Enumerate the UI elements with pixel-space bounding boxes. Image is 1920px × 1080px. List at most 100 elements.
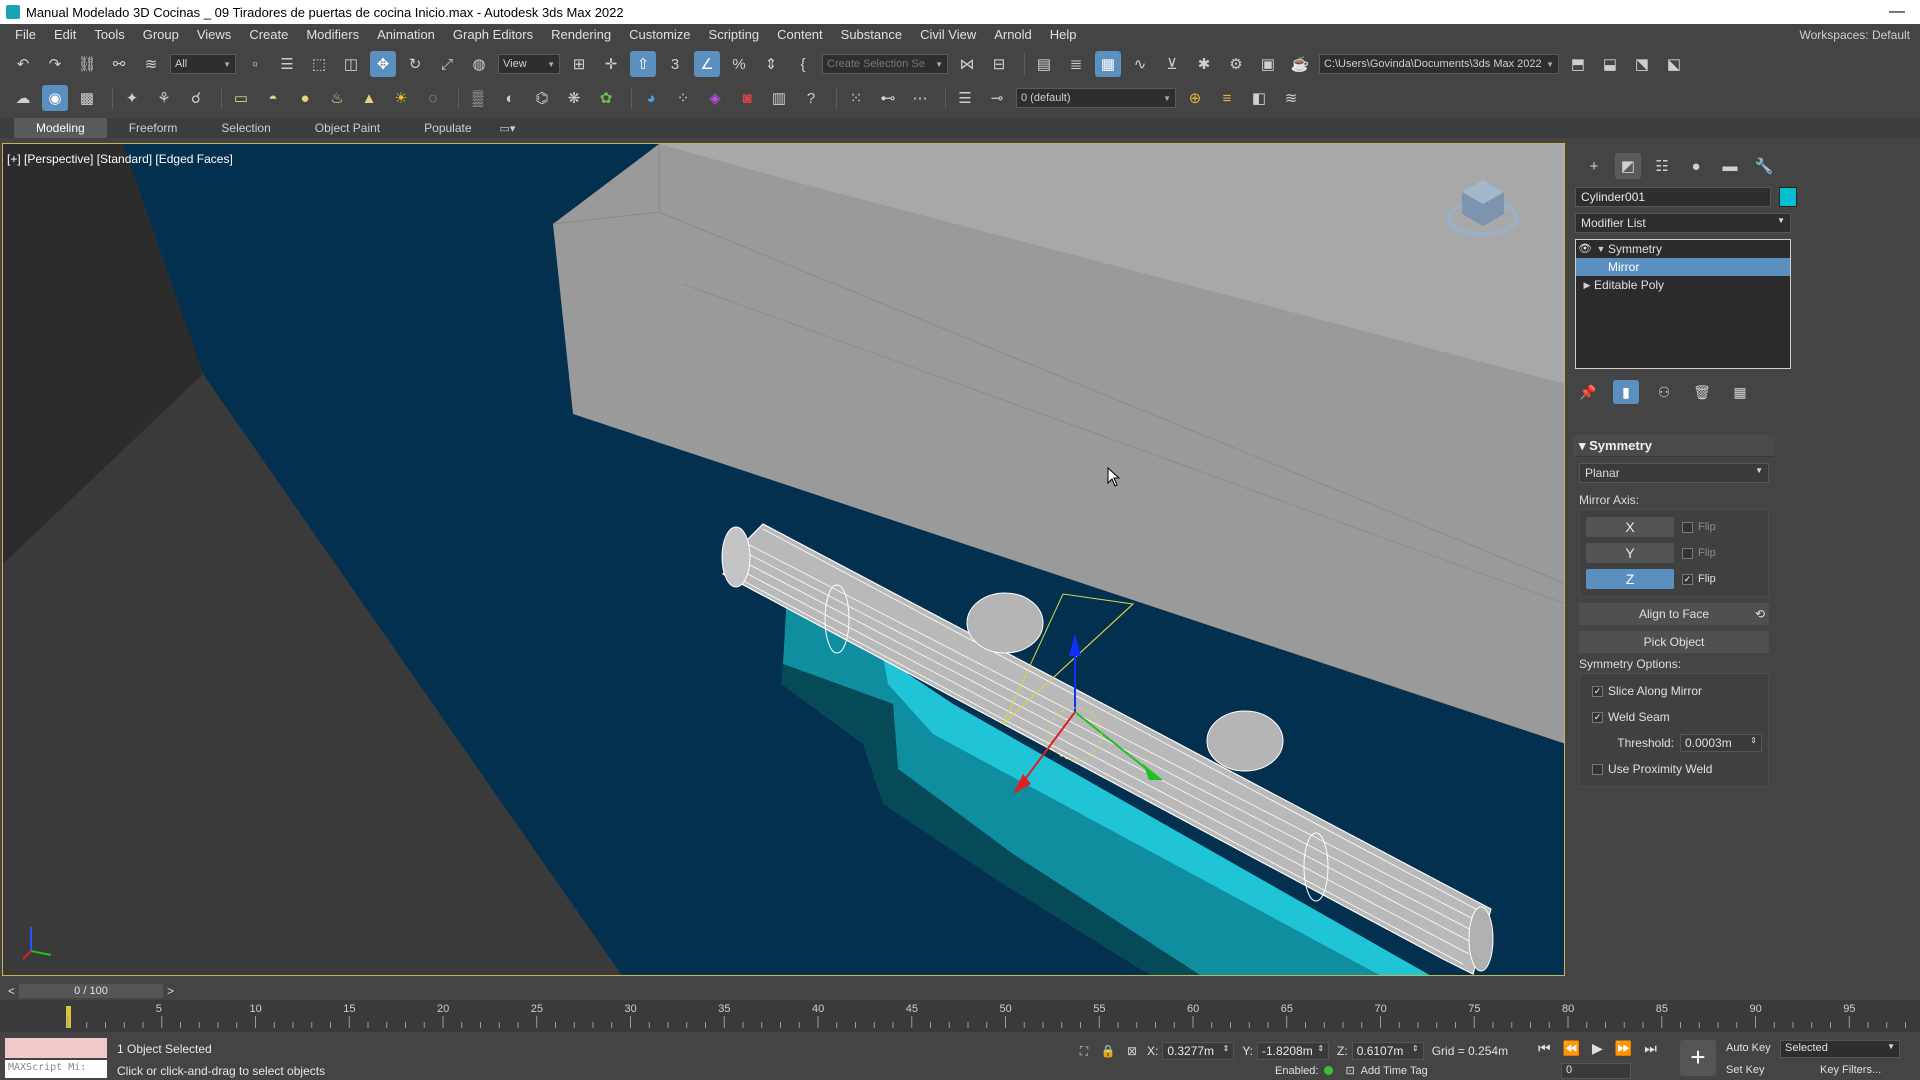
- rollout-header[interactable]: ▾ Symmetry: [1573, 435, 1775, 457]
- pick-object-button[interactable]: Pick Object: [1579, 631, 1769, 653]
- create-tab-icon[interactable]: +: [1581, 153, 1607, 179]
- scene-converter-icon[interactable]: ⚘: [151, 85, 177, 111]
- menu-content[interactable]: Content: [768, 24, 832, 46]
- bind-space-warp-icon[interactable]: ≋: [138, 51, 164, 77]
- next-frame-icon[interactable]: >: [167, 984, 174, 998]
- enabled-indicator-icon[interactable]: [1324, 1066, 1334, 1075]
- display-tab-icon[interactable]: ▬: [1717, 153, 1743, 179]
- selection-filter-dropdown[interactable]: All ▼: [170, 54, 236, 74]
- time-tag-icon[interactable]: ⊡: [1345, 1064, 1354, 1077]
- hemisphere-icon[interactable]: ◓: [260, 85, 286, 111]
- add-time-tag[interactable]: Add Time Tag: [1361, 1065, 1428, 1077]
- box-icon[interactable]: ▭: [228, 85, 254, 111]
- menu-edit[interactable]: Edit: [45, 24, 85, 46]
- select-rotate-icon[interactable]: ↻: [402, 51, 428, 77]
- teapot-icon[interactable]: ☁: [10, 85, 36, 111]
- pivot-center-icon[interactable]: ⊞: [566, 51, 592, 77]
- y-coordinate-field[interactable]: -1.8208m ⇕: [1257, 1042, 1330, 1060]
- render-production-icon[interactable]: ☕: [1287, 51, 1313, 77]
- select-by-name-icon[interactable]: ☰: [274, 51, 300, 77]
- current-frame-field[interactable]: 0: [1561, 1063, 1631, 1079]
- named-selection-set-dropdown[interactable]: Create Selection Se ▼: [822, 54, 948, 74]
- layer-manager-icon[interactable]: ☰: [952, 85, 978, 111]
- reset-icon[interactable]: ⟲: [1755, 603, 1765, 625]
- select-move-icon[interactable]: ✥: [370, 51, 396, 77]
- window-crossing-icon[interactable]: ◫: [338, 51, 364, 77]
- menu-tools[interactable]: Tools: [85, 24, 133, 46]
- ribbon-tab-modeling[interactable]: Modeling: [14, 118, 107, 138]
- layer-visibility-icon[interactable]: ⊸: [984, 85, 1010, 111]
- current-layer-dropdown[interactable]: 0 (default) ▼: [1016, 88, 1176, 108]
- make-unique-icon[interactable]: ⚇: [1651, 380, 1677, 404]
- use-proximity-weld-checkbox[interactable]: Use Proximity Weld: [1586, 756, 1762, 782]
- flip-x-checkbox[interactable]: Flip: [1682, 521, 1716, 533]
- select-object-icon[interactable]: ▫: [242, 51, 268, 77]
- ribbon-tab-freeform[interactable]: Freeform: [107, 118, 200, 138]
- menu-rendering[interactable]: Rendering: [542, 24, 620, 46]
- modifier-list-dropdown[interactable]: Modifier List ▼: [1575, 213, 1791, 233]
- select-place-icon[interactable]: ◍: [466, 51, 492, 77]
- lock-selection-icon[interactable]: 🔒: [1099, 1044, 1117, 1058]
- menu-graph-editors[interactable]: Graph Editors: [444, 24, 542, 46]
- select-manipulate-icon[interactable]: ✛: [598, 51, 624, 77]
- spinner-arrows-icon[interactable]: ⇕: [1750, 736, 1757, 750]
- modify-tab-icon[interactable]: ◩: [1615, 153, 1641, 179]
- flip-y-checkbox[interactable]: Flip: [1682, 547, 1716, 559]
- omni-light-icon[interactable]: ◌: [420, 85, 446, 111]
- arnold-render-icon[interactable]: ◙: [734, 85, 760, 111]
- viewcube-icon[interactable]: [1446, 172, 1520, 246]
- rect-selection-region-icon[interactable]: ⬚: [306, 51, 332, 77]
- project-folder-dropdown[interactable]: C:\Users\Govinda\Documents\3ds Max 2022 ▼: [1319, 54, 1559, 74]
- spinner-arrows-icon[interactable]: ⇕: [1317, 1044, 1324, 1058]
- menu-animation[interactable]: Animation: [368, 24, 444, 46]
- maxscript-mini-listener[interactable]: MAXScript Mi:: [5, 1060, 107, 1078]
- systems-icon[interactable]: ⌬: [529, 85, 555, 111]
- axis-x-button[interactable]: X: [1586, 517, 1674, 537]
- schematic-view-icon[interactable]: ⊻: [1159, 51, 1185, 77]
- minimize-button[interactable]: —: [1874, 3, 1920, 21]
- axis-y-button[interactable]: Y: [1586, 543, 1674, 563]
- pin-stack-icon[interactable]: 📌: [1575, 380, 1601, 404]
- axis-z-button[interactable]: Z: [1586, 569, 1674, 589]
- paint-icon[interactable]: ▥: [766, 85, 792, 111]
- add-layer-icon[interactable]: ⊕: [1182, 85, 1208, 111]
- light-lister-icon[interactable]: ✦: [119, 85, 145, 111]
- cone-icon[interactable]: ▲: [356, 85, 382, 111]
- material-editor-icon[interactable]: ✱: [1191, 51, 1217, 77]
- grid-helper-icon[interactable]: ▒: [465, 85, 491, 111]
- menu-substance[interactable]: Substance: [832, 24, 911, 46]
- viewport-layout-icon[interactable]: ◉: [42, 85, 68, 111]
- ref-coord-dropdown[interactable]: View ▼: [498, 54, 560, 74]
- help-icon[interactable]: ?: [798, 85, 824, 111]
- configure-sets-icon[interactable]: ▦: [1727, 380, 1753, 404]
- collapse-triangle-icon[interactable]: ▶: [1580, 276, 1594, 294]
- menu-modifiers[interactable]: Modifiers: [297, 24, 368, 46]
- project-set-icon[interactable]: ⬕: [1661, 51, 1687, 77]
- snaps-toggle-icon[interactable]: 3: [662, 51, 688, 77]
- track-view-icon[interactable]: ☌: [183, 85, 209, 111]
- spinner-arrows-icon[interactable]: ⇕: [1223, 1044, 1230, 1058]
- layer-explorer-icon[interactable]: ≣: [1063, 51, 1089, 77]
- link-icon[interactable]: ⛓: [74, 51, 100, 77]
- render-icon[interactable]: ▩: [74, 85, 100, 111]
- project-folder-icon[interactable]: ⬔: [1629, 51, 1655, 77]
- ribbon-tab-populate[interactable]: Populate: [402, 118, 493, 138]
- track-bar[interactable]: 5 10 15 20 25 30 35 40 45 50 55 60 65 70 75 80 85 90 95: [0, 1000, 1920, 1032]
- unlink-icon[interactable]: ⚯: [106, 51, 132, 77]
- material-sphere-icon[interactable]: ◕: [638, 85, 664, 111]
- ribbon-options-icon[interactable]: ▭▾: [494, 122, 522, 135]
- absolute-mode-icon[interactable]: ⊠: [1123, 1044, 1141, 1058]
- menu-create[interactable]: Create: [240, 24, 297, 46]
- angle-snap-icon[interactable]: ∠: [694, 51, 720, 77]
- isolate-selection-icon[interactable]: ⛶: [1075, 1044, 1093, 1059]
- object-color-swatch[interactable]: [1779, 187, 1797, 207]
- teapot-primitive-icon[interactable]: ♨: [324, 85, 350, 111]
- menu-scripting[interactable]: Scripting: [700, 24, 769, 46]
- spinner-arrows-icon[interactable]: ⇕: [1412, 1044, 1419, 1058]
- weld-seam-checkbox[interactable]: ✓ Weld Seam: [1586, 704, 1762, 730]
- prev-frame-icon[interactable]: <: [8, 984, 15, 998]
- layer-select-icon[interactable]: ◧: [1246, 85, 1272, 111]
- x-coordinate-field[interactable]: 0.3277m ⇕: [1162, 1042, 1235, 1060]
- perspective-viewport[interactable]: [+] [Perspective] [Standard] [Edged Face…: [2, 143, 1565, 976]
- align-to-face-button[interactable]: Align to Face ⟲: [1579, 603, 1769, 625]
